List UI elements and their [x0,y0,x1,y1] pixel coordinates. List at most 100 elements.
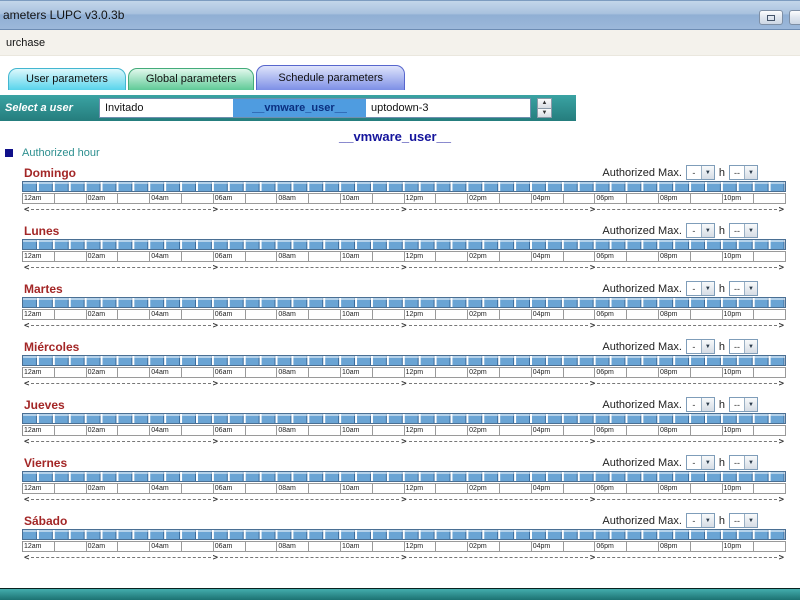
dropdown-arrow-icon[interactable]: ▼ [744,456,757,469]
dropdown-arrow-icon[interactable]: ▼ [700,282,714,295]
minutes-combo[interactable]: -- ▼ [729,513,758,528]
time-label: 12am [23,425,55,436]
time-label: 02pm [468,309,500,320]
time-label: 08am [277,367,310,378]
user-list-item[interactable]: Invitado [100,99,233,117]
hours-unit-label: h [718,282,725,295]
time-label: 12am [23,193,55,204]
hours-combo[interactable]: - ▼ [685,455,715,470]
time-tick-cell [436,425,469,436]
minutes-combo[interactable]: -- ▼ [729,165,758,180]
range-dashes [597,209,777,210]
time-tick-cell [436,367,469,378]
dropdown-arrow-icon[interactable]: ▼ [700,166,714,179]
time-scale: 12am 02am 04am 06am 08am 10am 12pm 02pm 04pm 06pm… [22,309,787,320]
hours-value: - [692,341,696,352]
hour-bar[interactable] [22,413,786,424]
minutes-combo[interactable]: -- ▼ [729,397,758,412]
hours-value: - [692,283,696,294]
hours-combo[interactable]: - ▼ [685,223,715,238]
authorized-max-label: Authorized Max. [602,340,682,353]
day-section: Jueves Authorized Max. - ▼ h -- ▼ 12am 02… [22,396,787,446]
days-container: Domingo Authorized Max. - ▼ h -- ▼ 12am 0… [0,164,800,562]
range-end-arrow: > [778,378,784,389]
close-button[interactable] [789,10,800,25]
time-label: 10pm [722,193,755,204]
user-select-bar: Select a user Invitado __vmware_user__ u… [0,95,576,121]
range-end-arrow: > [401,320,407,331]
dropdown-arrow-icon[interactable]: ▼ [700,398,714,411]
hours-combo[interactable]: - ▼ [685,397,715,412]
range-dashes [220,325,400,326]
time-tick-cell [309,425,341,436]
dropdown-arrow-icon[interactable]: ▼ [700,224,714,237]
hour-bar[interactable] [22,239,786,250]
time-tick-cell [436,251,469,262]
day-section: Lunes Authorized Max. - ▼ h -- ▼ 12am 02a… [22,222,787,272]
time-label: 02am [86,483,119,494]
time-label: 10am [340,193,373,204]
range-arrows: < > > > > [22,379,786,388]
hours-unit-label: h [718,514,725,527]
time-tick-cell [563,251,596,262]
range-dashes [597,441,777,442]
hours-combo[interactable]: - ▼ [685,165,715,180]
select-a-user-label: Select a user [5,102,73,114]
time-label: 06am [213,193,246,204]
dropdown-arrow-icon[interactable]: ▼ [700,340,714,353]
dropdown-arrow-icon[interactable]: ▼ [744,224,757,237]
hour-bar[interactable] [22,471,786,482]
tab-schedule-parameters[interactable]: Schedule parameters [256,65,405,90]
maximize-button[interactable] [759,10,783,25]
menu-item-purchase[interactable]: urchase [1,34,50,52]
time-tick-cell [690,367,723,378]
time-tick-cell [499,251,532,262]
hours-combo[interactable]: - ▼ [685,339,715,354]
time-tick-cell [499,541,532,552]
time-tick-cell [372,425,405,436]
minutes-combo[interactable]: -- ▼ [729,281,758,296]
range-end-arrow: > [212,204,219,215]
range-end-arrow: > [401,204,407,215]
time-tick-cell [563,483,596,494]
range-dashes [408,267,588,268]
time-label: 02pm [468,251,500,262]
dropdown-arrow-icon[interactable]: ▼ [744,166,757,179]
hour-bar[interactable] [22,181,786,192]
spinner-up-button[interactable]: ▲ [537,98,552,109]
time-scale: 12am 02am 04am 06am 08am 10am 12pm 02pm 04pm 06pm… [22,367,787,378]
day-header: Lunes Authorized Max. - ▼ h -- ▼ [22,222,786,239]
hours-combo[interactable]: - ▼ [685,281,715,296]
dropdown-arrow-icon[interactable]: ▼ [700,514,714,527]
time-tick-cell [309,309,341,320]
dropdown-arrow-icon[interactable]: ▼ [744,282,757,295]
time-tick-cell [563,425,596,436]
hour-bar[interactable] [22,355,786,366]
tab-global-parameters[interactable]: Global parameters [127,68,255,90]
user-list-item[interactable]: uptodown-3 [366,99,499,117]
hours-value: - [692,515,696,526]
dropdown-arrow-icon[interactable]: ▼ [744,340,757,353]
minutes-combo[interactable]: -- ▼ [729,223,758,238]
dropdown-arrow-icon[interactable]: ▼ [744,398,757,411]
minutes-combo[interactable]: -- ▼ [729,455,758,470]
dropdown-arrow-icon[interactable]: ▼ [744,514,757,527]
tab-user-parameters[interactable]: User parameters [8,68,126,90]
time-tick-cell [627,309,659,320]
time-label: 06am [213,251,246,262]
hour-bar[interactable] [22,297,786,308]
time-label: 06pm [595,193,628,204]
minutes-combo[interactable]: -- ▼ [729,339,758,354]
spinner-down-button[interactable]: ▼ [537,108,552,118]
hour-bar[interactable] [22,529,786,540]
time-label: 04am [150,483,182,494]
user-list[interactable]: Invitado __vmware_user__ uptodown-3 [99,98,531,118]
user-list-item-selected[interactable]: __vmware_user__ [233,99,366,117]
dropdown-arrow-icon[interactable]: ▼ [700,456,714,469]
time-label: 08am [277,251,310,262]
time-tick-cell [245,425,278,436]
time-label: 10pm [722,541,755,552]
time-tick-cell [563,367,596,378]
authorized-hour-marker [5,149,13,157]
hours-combo[interactable]: - ▼ [685,513,715,528]
